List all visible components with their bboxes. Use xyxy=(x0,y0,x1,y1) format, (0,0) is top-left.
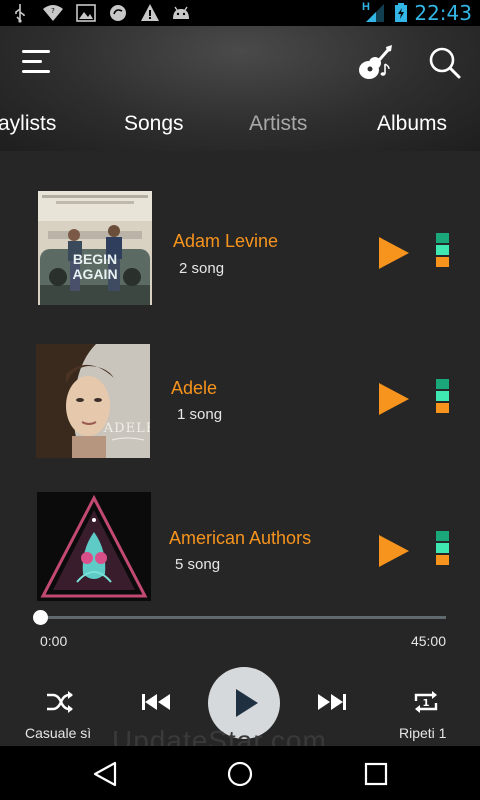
tab-songs[interactable]: Songs xyxy=(124,112,184,136)
play-icon xyxy=(379,237,409,269)
song-count: 5 song xyxy=(175,556,221,573)
system-nav-bar xyxy=(0,746,480,800)
repeat-badge: 1 xyxy=(423,698,430,709)
album-cover xyxy=(37,492,151,606)
app-header: aylists Songs Artists Albums xyxy=(0,26,480,151)
album-cover: ADELE xyxy=(36,344,150,458)
wifi-icon: ? xyxy=(43,5,63,21)
warning-icon xyxy=(141,4,159,21)
album-cover: BEGIN AGAIN xyxy=(38,191,152,305)
player-controls: 0:00 45:00 Casuale sì UpdateStar.com 1 R… xyxy=(0,601,480,756)
usb-icon xyxy=(15,4,25,23)
svg-text:?: ? xyxy=(51,7,55,15)
seek-thumb[interactable] xyxy=(33,610,48,625)
play-artist-button[interactable] xyxy=(377,235,411,271)
list-item[interactable]: ADELE Adele 1 song xyxy=(0,344,480,464)
equalizer-icon xyxy=(436,379,449,415)
android-icon xyxy=(173,6,189,19)
artist-name: Adam Levine xyxy=(173,231,279,251)
cover-title: ADELE xyxy=(103,421,150,436)
battery-charging-icon xyxy=(395,3,407,22)
repeat-one-icon[interactable]: 1 xyxy=(412,689,440,715)
tab-playlists[interactable]: aylists xyxy=(0,112,56,136)
play-icon xyxy=(379,535,409,567)
song-count: 2 song xyxy=(179,260,225,277)
home-icon[interactable] xyxy=(226,760,254,788)
next-track-icon[interactable] xyxy=(317,693,347,711)
play-icon xyxy=(236,689,258,717)
menu-icon[interactable] xyxy=(22,48,52,76)
sync-icon xyxy=(110,5,126,21)
search-icon[interactable] xyxy=(426,44,462,80)
shuffle-label: Casuale sì xyxy=(25,725,92,741)
list-item[interactable]: BEGIN AGAIN Adam Levine 2 song xyxy=(0,191,480,311)
tab-bar: aylists Songs Artists Albums xyxy=(0,112,480,148)
artist-list: BEGIN AGAIN Adam Levine 2 song ADEL Adel… xyxy=(0,151,480,606)
cover-title-line1: BEGIN xyxy=(73,251,117,267)
guitar-music-icon[interactable] xyxy=(355,42,395,82)
equalizer-icon xyxy=(436,233,449,269)
recent-apps-icon[interactable] xyxy=(362,760,390,788)
play-artist-button[interactable] xyxy=(377,381,411,417)
repeat-label: Ripeti 1 xyxy=(399,725,447,741)
play-artist-button[interactable] xyxy=(377,533,411,569)
current-time: 0:00 xyxy=(40,633,68,649)
artist-name: Adele xyxy=(171,378,218,398)
tab-artists[interactable]: Artists xyxy=(249,112,307,136)
back-icon[interactable] xyxy=(91,760,119,788)
status-bar: ? H 22:43 xyxy=(0,0,480,26)
play-icon xyxy=(379,383,409,415)
seek-bar[interactable] xyxy=(40,616,446,619)
shuffle-icon[interactable] xyxy=(46,690,74,714)
previous-track-icon[interactable] xyxy=(141,693,171,711)
clock: 22:43 xyxy=(414,1,472,25)
artist-name: American Authors xyxy=(169,528,312,548)
list-item[interactable]: American Authors 5 song xyxy=(0,492,480,612)
signal-icon xyxy=(366,4,384,22)
tab-albums[interactable]: Albums xyxy=(377,112,447,136)
song-count: 1 song xyxy=(177,406,223,423)
equalizer-icon xyxy=(436,531,449,567)
total-time: 45:00 xyxy=(410,633,446,649)
image-icon xyxy=(76,4,96,22)
cover-title-line2: AGAIN xyxy=(72,266,117,282)
